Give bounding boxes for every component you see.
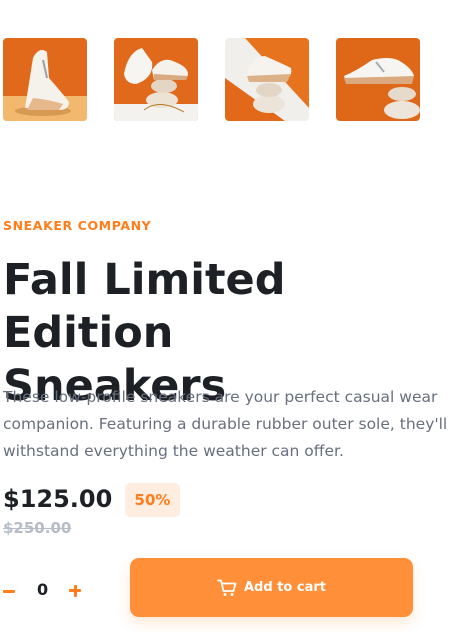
discount-badge: 50% (125, 483, 180, 517)
decrease-quantity-button[interactable] (3, 581, 27, 601)
add-to-cart-button[interactable]: Add to cart (130, 558, 413, 617)
description-line-1: These low-profile sneakers are your perf… (3, 388, 438, 406)
company-name: SNEAKER COMPANY (3, 218, 152, 233)
product-thumbnail-3[interactable] (225, 38, 309, 121)
product-thumbnail-4[interactable] (336, 38, 420, 121)
add-to-cart-label: Add to cart (244, 580, 326, 595)
description-line-3: withstand everything the weather can off… (3, 442, 344, 460)
sneaker-thumbnail-4-image (336, 38, 420, 121)
quantity-value: 0 (37, 580, 49, 599)
product-description: These low-profile sneakers are your perf… (3, 384, 456, 465)
increase-quantity-button[interactable] (68, 581, 84, 601)
current-price: $125.00 (3, 485, 113, 513)
sneaker-thumbnail-1-image (3, 38, 87, 121)
thumbnail-gallery (3, 38, 420, 121)
sneaker-thumbnail-2-image (114, 38, 198, 121)
cart-icon (217, 579, 237, 597)
product-thumbnail-2[interactable] (114, 38, 198, 121)
sneaker-thumbnail-3-image (225, 38, 309, 121)
description-line-2: companion. Featuring a durable rubber ou… (3, 415, 448, 433)
product-title-line-1: Fall Limited Edition (3, 255, 286, 358)
original-price: $250.00 (3, 519, 72, 537)
product-thumbnail-1[interactable] (3, 38, 87, 121)
